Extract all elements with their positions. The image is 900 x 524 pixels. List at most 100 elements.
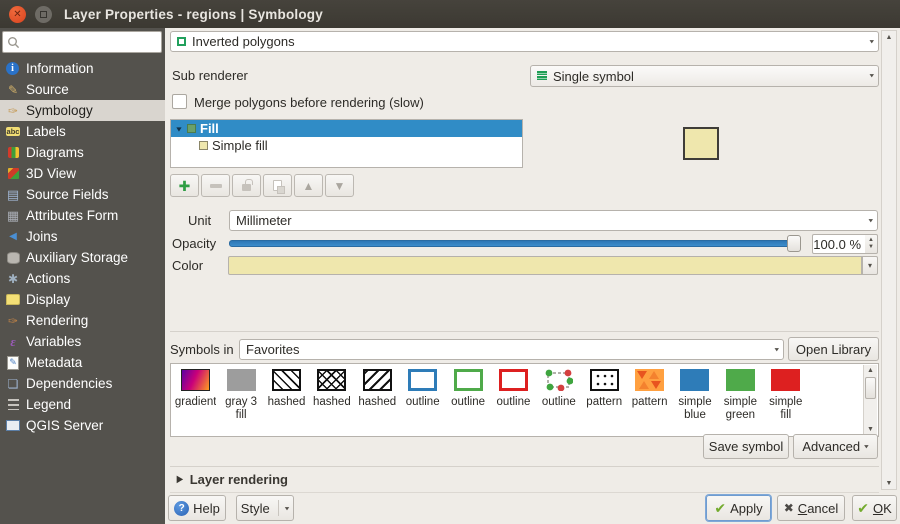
tree-row-fill[interactable]: ▼ Fill xyxy=(171,120,522,137)
scroll-up-icon[interactable]: ▲ xyxy=(882,31,896,43)
symbology-icon xyxy=(5,103,21,118)
symbol-item-outline-blue[interactable]: outline xyxy=(400,369,445,423)
lock-color-button[interactable] xyxy=(232,174,261,197)
sidebar-item-attributes-form[interactable]: Attributes Form xyxy=(0,205,165,226)
sidebar-item-dependencies[interactable]: Dependencies xyxy=(0,373,165,394)
sidebar-item-legend[interactable]: Legend xyxy=(0,394,165,415)
tree-row-simple-fill[interactable]: Simple fill xyxy=(171,137,522,154)
sidebar-item-source[interactable]: Source xyxy=(0,79,165,100)
single-symbol-icon xyxy=(537,71,547,81)
sidebar-item-source-fields[interactable]: Source Fields xyxy=(0,184,165,205)
symbol-item-pattern-dots[interactable]: pattern xyxy=(582,369,627,423)
style-button[interactable]: Style ▾ xyxy=(236,495,294,521)
source-fields-icon xyxy=(5,187,21,202)
panel-scrollbar[interactable]: ▲ ▼ xyxy=(881,30,897,490)
chevron-down-icon: ▾ xyxy=(285,504,290,512)
sub-renderer-combobox[interactable]: Single symbol ▾ xyxy=(530,65,879,87)
close-button[interactable]: ✕ xyxy=(9,6,26,23)
chevron-down-icon: ▾ xyxy=(869,37,874,45)
sidebar-item-variables[interactable]: Variables xyxy=(0,331,165,352)
maximize-button[interactable] xyxy=(35,6,52,23)
opacity-spinbox[interactable]: 100.0 % xyxy=(812,234,866,254)
actions-icon xyxy=(5,271,21,286)
sidebar-item-rendering[interactable]: Rendering xyxy=(0,310,165,331)
symbol-item-outline-markers[interactable]: outline xyxy=(536,369,581,423)
chevron-down-icon: ▾ xyxy=(774,345,779,353)
symbol-item-outline-green[interactable]: outline xyxy=(445,369,490,423)
sidebar-list: Information Source Symbology Labels Diag… xyxy=(0,58,165,436)
sidebar-item-3d-view[interactable]: 3D View xyxy=(0,163,165,184)
metadata-icon xyxy=(5,355,21,370)
symbol-item-hashed-3[interactable]: hashed xyxy=(355,369,400,423)
sidebar-item-diagrams[interactable]: Diagrams xyxy=(0,142,165,163)
sidebar-item-metadata[interactable]: Metadata xyxy=(0,352,165,373)
symbol-item-hashed-2[interactable]: hashed xyxy=(309,369,354,423)
add-symbol-layer-button[interactable] xyxy=(170,174,199,197)
scroll-down-icon[interactable]: ▼ xyxy=(882,477,896,489)
diagrams-icon xyxy=(5,145,21,160)
slider-track[interactable] xyxy=(229,240,793,247)
simple-fill-icon xyxy=(199,141,208,150)
slider-handle[interactable] xyxy=(787,235,801,252)
move-up-button[interactable] xyxy=(294,174,323,197)
chevron-down-icon: ▾ xyxy=(869,71,874,79)
save-symbol-button[interactable]: Save symbol xyxy=(703,434,789,459)
sidebar-item-labels[interactable]: Labels xyxy=(0,121,165,142)
ok-button[interactable]: OK xyxy=(852,495,897,521)
variables-icon xyxy=(5,334,21,349)
symbol-group-combobox[interactable]: Favorites ▾ xyxy=(239,339,784,360)
color-label: Color xyxy=(172,258,203,273)
green-outline-swatch xyxy=(454,369,483,391)
spin-arrows[interactable]: ▲▼ xyxy=(865,234,878,254)
symbol-item-hashed-1[interactable]: hashed xyxy=(264,369,309,423)
sidebar-item-actions[interactable]: Actions xyxy=(0,268,165,289)
sidebar-search[interactable] xyxy=(2,31,162,53)
move-down-button[interactable] xyxy=(325,174,354,197)
symbol-item-pattern-orange[interactable]: pattern xyxy=(627,369,672,423)
symbol-item-simple-fill[interactable]: simple fill xyxy=(763,369,808,423)
sidebar-item-joins[interactable]: Joins xyxy=(0,226,165,247)
color-dropdown-button[interactable]: ▾ xyxy=(862,256,878,275)
rendering-icon xyxy=(5,313,21,328)
search-input[interactable] xyxy=(20,34,157,50)
spin-up-icon[interactable]: ▲ xyxy=(868,237,874,244)
unit-combobox[interactable]: Millimeter ▾ xyxy=(229,210,878,231)
symbol-item-gray-fill[interactable]: gray 3 fill xyxy=(218,369,263,423)
sidebar-item-symbology[interactable]: Symbology xyxy=(0,100,165,121)
color-button[interactable] xyxy=(228,256,862,275)
scroll-up-icon[interactable]: ▲ xyxy=(864,365,877,376)
advanced-button[interactable]: Advanced ▾ xyxy=(793,434,878,459)
symbol-item-outline-red[interactable]: outline xyxy=(491,369,536,423)
expander-icon[interactable]: ▼ xyxy=(171,125,187,133)
symbology-panel: Inverted polygons ▾ ▲ ▼ Sub renderer Sin… xyxy=(165,28,900,524)
remove-symbol-layer-button[interactable] xyxy=(201,174,230,197)
opacity-slider[interactable] xyxy=(229,235,801,252)
duplicate-symbol-layer-button[interactable] xyxy=(263,174,292,197)
spin-down-icon[interactable]: ▼ xyxy=(868,244,874,251)
symbols-scrollbar[interactable]: ▲ ▼ xyxy=(863,365,877,435)
sidebar-item-qgis-server[interactable]: QGIS Server xyxy=(0,415,165,436)
cancel-button[interactable]: Cancel xyxy=(777,495,845,521)
layer-rendering-header[interactable]: ▶ Layer rendering xyxy=(170,466,879,493)
sidebar-item-display[interactable]: Display xyxy=(0,289,165,310)
merge-polygons-label: Merge polygons before rendering (slow) xyxy=(194,95,424,110)
open-lock-icon xyxy=(242,184,251,191)
chevron-down-icon: ▾ xyxy=(864,442,869,450)
apply-button[interactable]: Apply xyxy=(706,495,771,521)
renderer-combobox[interactable]: Inverted polygons ▾ xyxy=(170,31,879,52)
merge-polygons-checkbox[interactable] xyxy=(172,94,187,109)
help-button[interactable]: ? Help xyxy=(168,495,226,521)
red-outline-swatch xyxy=(499,369,528,391)
sidebar-item-auxiliary-storage[interactable]: Auxiliary Storage xyxy=(0,247,165,268)
symbol-item-simple-blue[interactable]: simple blue xyxy=(672,369,717,423)
symbol-item-gradient[interactable]: gradient xyxy=(173,369,218,423)
scroll-thumb[interactable] xyxy=(865,377,876,399)
collapsed-arrow-icon: ▶ xyxy=(177,474,184,485)
plus-icon xyxy=(179,179,191,193)
backhash-swatch xyxy=(363,369,392,391)
open-library-button[interactable]: Open Library xyxy=(788,337,879,361)
3d-view-icon xyxy=(5,166,21,181)
symbol-item-simple-green[interactable]: simple green xyxy=(718,369,763,423)
search-icon xyxy=(7,36,20,49)
sidebar-item-information[interactable]: Information xyxy=(0,58,165,79)
